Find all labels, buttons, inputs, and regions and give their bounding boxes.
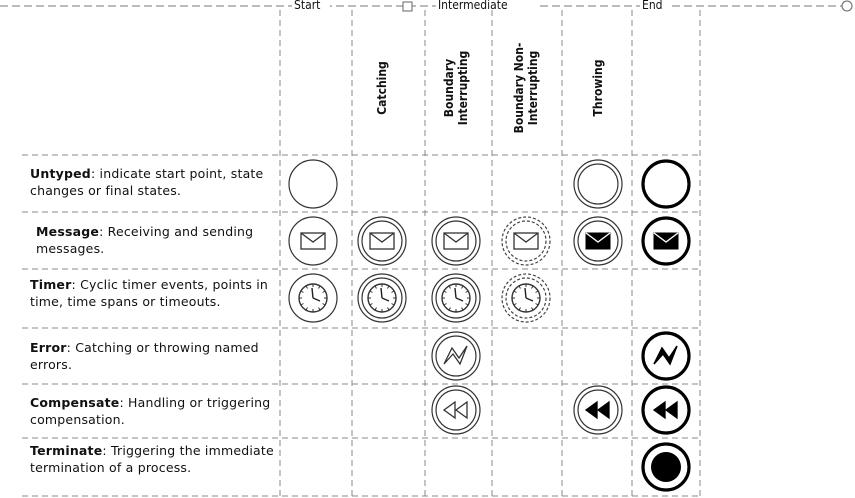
compensate-end-rewind-icon	[641, 385, 691, 435]
message-noninterrupting-envelope-icon	[501, 216, 551, 266]
group-label-start: Start	[294, 0, 320, 12]
timer-catching-clock-icon	[357, 273, 407, 323]
message-catching-envelope-icon	[357, 216, 407, 266]
row-title: Message	[36, 224, 100, 239]
column-header-boundary_non_interrupting: Boundary Non- Interrupting	[512, 43, 540, 134]
row-title: Compensate	[30, 395, 120, 410]
row-description-compensate: Compensate: Handling or triggering compe…	[30, 394, 275, 428]
message-throwing-envelope-icon	[573, 216, 623, 266]
row-title: Terminate	[30, 443, 103, 458]
untyped-end-event-circle-icon	[641, 159, 691, 209]
message-end-envelope-icon	[641, 216, 691, 266]
timer-start-clock-icon	[288, 273, 338, 323]
column-header-catching: Catching	[375, 61, 389, 115]
untyped-start-event-circle-icon	[288, 159, 338, 209]
row-description-untyped: Untyped: indicate start point, state cha…	[30, 165, 275, 199]
row-description-message: Message: Receiving and sending messages.	[36, 223, 281, 257]
row-description-timer: Timer: Cyclic timer events, points in ti…	[30, 276, 275, 310]
terminate-end-filled-circle-icon	[641, 442, 691, 492]
column-header-line: Interrupting	[526, 51, 540, 126]
error-end-lightning-icon	[641, 331, 691, 381]
column-header-line: Interrupting	[456, 51, 470, 126]
group-label-intermediate: Intermediate	[438, 0, 508, 12]
compensate-interrupting-rewind-icon	[431, 385, 481, 435]
bpmn-events-diagram: Start Intermediate End Catching Boundary I…	[0, 0, 855, 498]
timer-noninterrupting-clock-icon	[501, 273, 551, 323]
message-interrupting-envelope-icon	[431, 216, 481, 266]
group-label-end: End	[642, 0, 663, 12]
column-header-boundary_interrupting: Boundary Interrupting	[442, 51, 470, 126]
row-description-error: Error: Catching or throwing named errors…	[30, 339, 275, 373]
row-title: Untyped	[30, 166, 91, 181]
column-header-line: Catching	[375, 61, 389, 115]
error-interrupting-lightning-icon	[431, 331, 481, 381]
column-header-line: Throwing	[591, 60, 605, 117]
top-square-handle	[402, 1, 413, 12]
timer-interrupting-clock-icon	[431, 273, 481, 323]
compensate-throwing-rewind-icon	[573, 385, 623, 435]
row-title: Timer	[30, 277, 72, 292]
row-title: Error	[30, 340, 67, 355]
untyped-throwing-event-circle-icon	[573, 159, 623, 209]
column-header-throwing: Throwing	[591, 60, 605, 117]
row-description-terminate: Terminate: Triggering the immediate term…	[30, 442, 275, 476]
top-circle-handle	[841, 0, 853, 12]
message-start-envelope-icon	[288, 216, 338, 266]
column-header-line: Boundary	[442, 59, 456, 117]
column-header-line: Boundary Non-	[512, 43, 526, 134]
